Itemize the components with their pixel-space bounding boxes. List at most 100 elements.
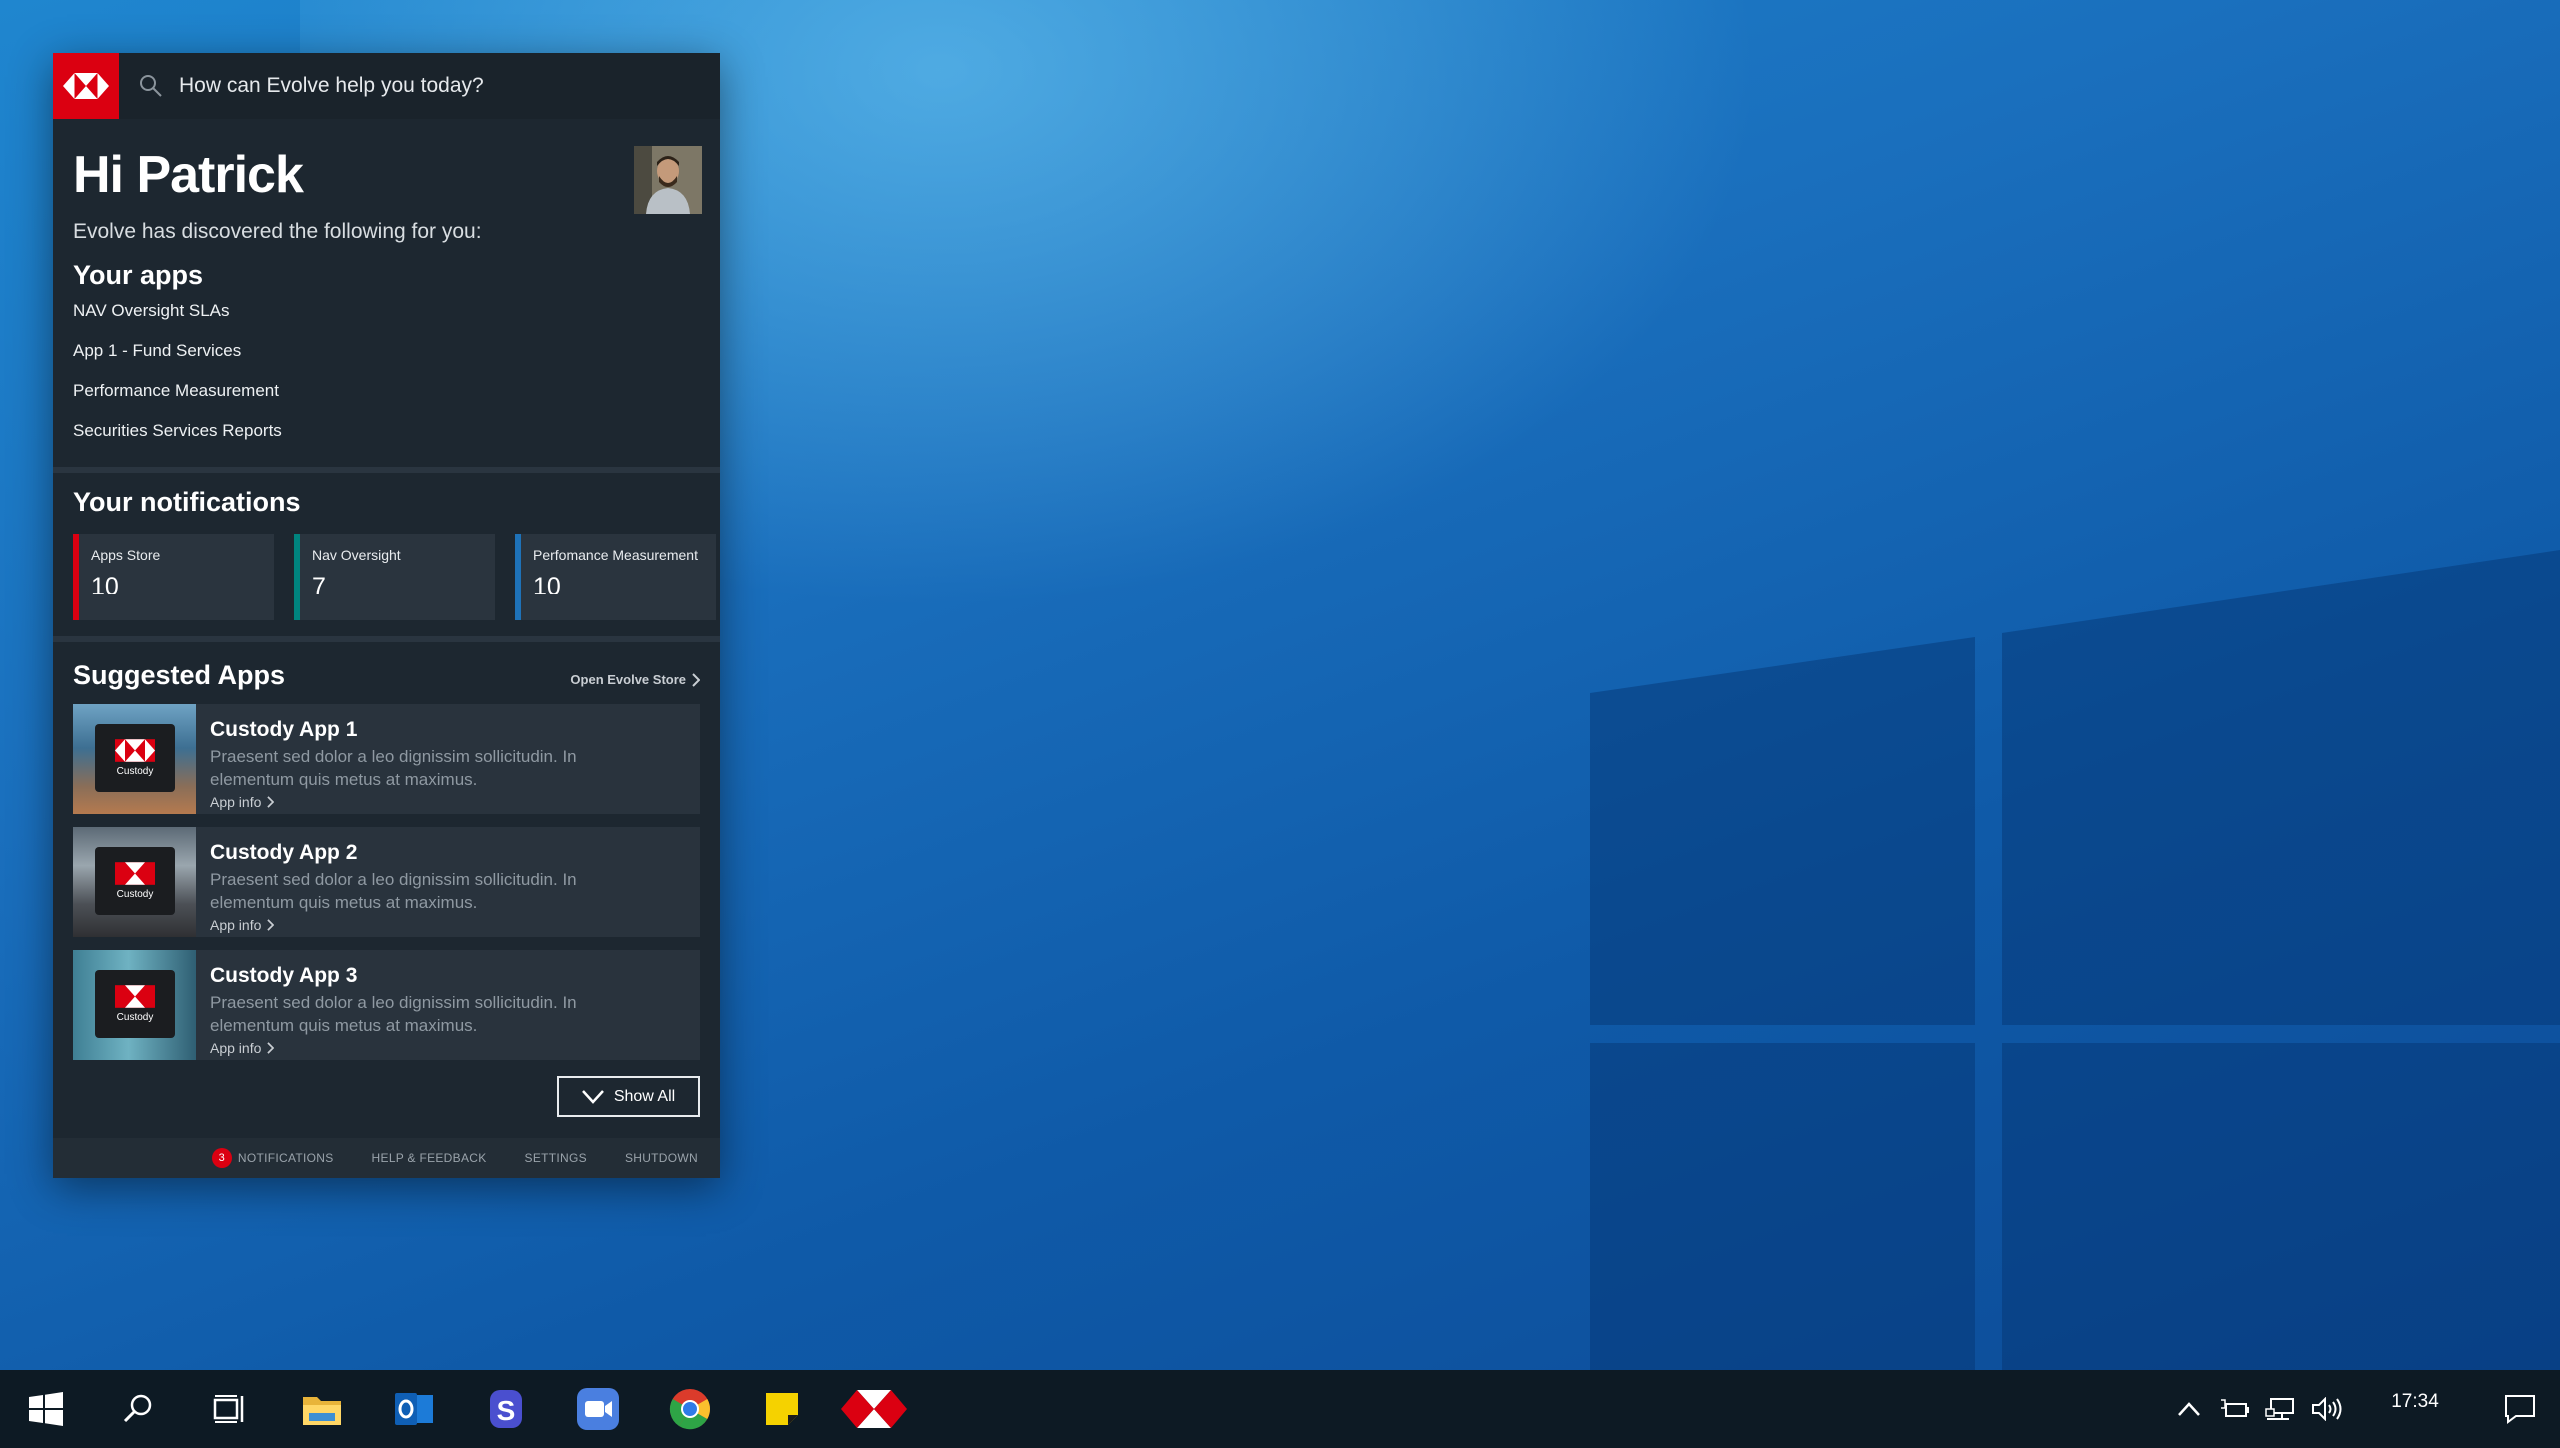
network-icon [2265,1398,2294,1420]
notification-count: 7 [312,573,326,595]
app-link-performance[interactable]: Performance Measurement [73,371,700,411]
greeting-title: Hi Patrick [73,146,304,204]
app-link-securities-reports[interactable]: Securities Services Reports [73,411,700,451]
panel-footer: 3 NOTIFICATIONS HELP & FEEDBACK SETTINGS… [53,1138,720,1178]
avatar[interactable] [634,146,702,214]
footer-notifications[interactable]: 3 NOTIFICATIONS [211,1148,334,1168]
system-tray: 17:34 [2166,1370,2560,1448]
outlook-icon [395,1393,433,1425]
notification-accent [515,534,521,621]
custody-badge: Custody [95,847,175,916]
notification-accent [294,534,300,621]
app-info-link[interactable]: App info [210,917,610,933]
show-hidden-icons-button[interactable] [2166,1370,2212,1448]
app-description: Praesent sed dolor a leo dignissim solli… [210,870,577,913]
clock[interactable]: 17:34 [2350,1391,2480,1413]
notification-card-nav-oversight[interactable]: Nav Oversight 7 [294,534,495,621]
chevron-right-icon [267,796,275,808]
notification-label: Perfomance Measurement [533,547,698,564]
show-all-label: Show All [613,1087,676,1105]
chrome-button[interactable] [644,1370,736,1448]
app-link-nav-oversight[interactable]: NAV Oversight SLAs [73,291,700,331]
outlook-button[interactable] [368,1370,460,1448]
discovered-text: Evolve has discovered the following for … [73,220,482,244]
notification-count: 10 [533,573,561,595]
taskbar: S 17:34 [0,1370,2560,1448]
app-thumbnail: Custody [73,704,196,815]
custody-badge: Custody [95,724,175,793]
sticky-notes-icon [766,1393,798,1425]
hsbc-hexagon-icon [63,73,109,99]
chevron-down-icon [581,1089,604,1104]
badge-label: Custody [116,889,154,901]
app-info-label: App info [210,1040,262,1057]
app-info-link[interactable]: App info [210,1040,610,1056]
footer-help-feedback[interactable]: HELP & FEEDBACK [372,1151,487,1165]
hsbc-evolve-button[interactable] [828,1370,920,1448]
notification-card-apps-store[interactable]: Apps Store 10 [73,534,274,621]
hsbc-hexagon-icon [115,985,155,1008]
taskbar-search[interactable] [92,1370,184,1448]
battery-button[interactable] [2212,1370,2258,1448]
chevron-right-icon [692,672,700,687]
app-thumbnail: Custody [73,827,196,938]
search-icon [123,1394,152,1423]
notification-count: 10 [91,573,119,595]
file-explorer-button[interactable] [276,1370,368,1448]
footer-settings[interactable]: SETTINGS [525,1151,587,1165]
open-evolve-store-link[interactable]: Open Evolve Store [570,672,700,687]
app-description: Praesent sed dolor a leo dignissim solli… [210,993,577,1036]
file-explorer-icon [303,1397,341,1425]
app-thumbnail: Custody [73,950,196,1061]
badge-label: Custody [116,766,154,778]
badge-label: Custody [116,1012,154,1024]
app-name: Custody App 2 [210,841,358,865]
action-center-icon [2505,1395,2535,1424]
notification-count-badge: 3 [211,1148,232,1168]
hsbc-hexagon-icon [115,862,155,885]
action-center-button[interactable] [2480,1394,2560,1424]
notification-card-performance[interactable]: Perfomance Measurement 10 [515,534,716,621]
app-info-label: App info [210,794,262,811]
suggested-app-card[interactable]: Custody Custody App 1 Praesent sed dolor… [73,704,700,815]
task-view-button[interactable] [184,1370,276,1448]
search-bar: How can Evolve help you today? [53,53,720,119]
search-icon [140,75,162,97]
app-name: Custody App 3 [210,964,358,988]
svg-text:S: S [497,1395,516,1426]
skype-icon: S [490,1390,522,1428]
notification-label: Nav Oversight [312,547,401,564]
chevron-up-icon [2178,1402,2200,1416]
search-input[interactable]: How can Evolve help you today? [179,74,484,98]
network-button[interactable] [2258,1370,2304,1448]
user-photo [634,146,702,214]
app-info-label: App info [210,917,262,934]
chevron-right-icon [267,1042,275,1054]
show-all-button[interactable]: Show All [557,1076,700,1117]
app-link-fund-services[interactable]: App 1 - Fund Services [73,331,700,371]
notification-accent [73,534,79,621]
suggested-app-card[interactable]: Custody Custody App 3 Praesent sed dolor… [73,950,700,1061]
app-info-link[interactable]: App info [210,794,610,810]
suggested-apps-heading: Suggested Apps [73,660,286,691]
volume-button[interactable] [2304,1370,2350,1448]
chrome-icon [669,1389,710,1430]
start-button[interactable] [0,1370,92,1448]
hsbc-evolve-icon [841,1390,907,1428]
zoom-button[interactable] [552,1370,644,1448]
custody-badge: Custody [95,970,175,1039]
your-apps-heading: Your apps [73,260,204,291]
task-view-icon [213,1395,244,1423]
start-icon [29,1392,63,1426]
footer-notifications-label: NOTIFICATIONS [237,1151,334,1165]
hsbc-hexagon-icon [115,739,155,762]
suggested-app-card[interactable]: Custody Custody App 2 Praesent sed dolor… [73,827,700,938]
chevron-right-icon [267,919,275,931]
app-description: Praesent sed dolor a leo dignissim solli… [210,747,577,790]
hsbc-logo[interactable] [53,53,119,119]
sticky-notes-button[interactable] [736,1370,828,1448]
skype-button[interactable]: S [460,1370,552,1448]
footer-shutdown[interactable]: SHUTDOWN [625,1151,698,1165]
evolve-panel: How can Evolve help you today? Hi Patric… [53,53,720,1178]
battery-icon [2221,1399,2249,1417]
